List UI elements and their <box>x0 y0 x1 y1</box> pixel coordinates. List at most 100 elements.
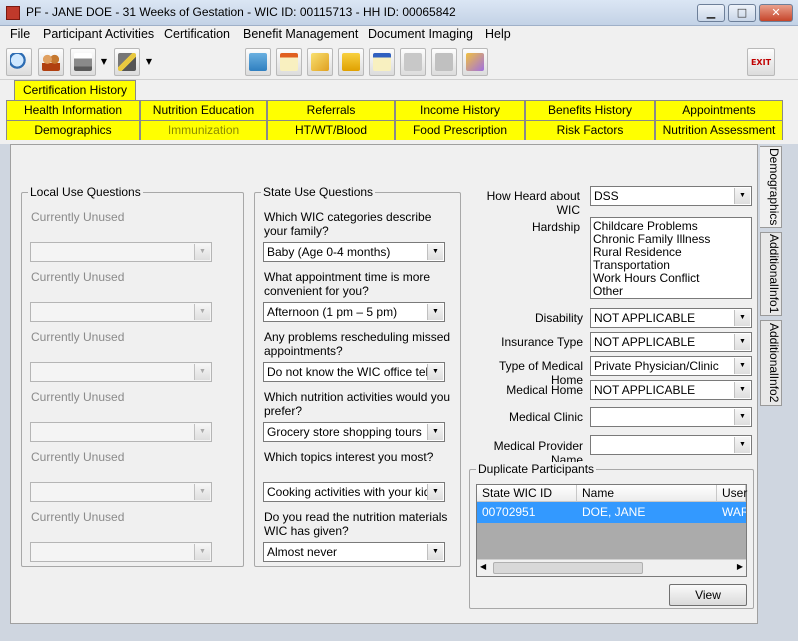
chevron-down-icon: ▼ <box>734 437 750 453</box>
horizontal-scrollbar[interactable]: ◀ ▶ <box>477 559 746 576</box>
local-answer-dropdown[interactable]: ▼ <box>30 242 212 262</box>
tools-dropdown[interactable]: ▼ <box>143 48 155 76</box>
tab-immunization[interactable]: Immunization <box>140 120 267 140</box>
toolbar: ▼ ▼ EXIT <box>0 44 798 80</box>
medical-home-type-dropdown[interactable]: Private Physician/Clinic ▼ <box>590 356 752 376</box>
duplicate-participants-group: Duplicate Participants State WIC ID Name… <box>469 462 754 609</box>
form-button[interactable] <box>369 48 395 76</box>
medical-provider-dropdown[interactable]: ▼ <box>590 435 752 455</box>
view-button[interactable]: View <box>669 584 747 606</box>
scroll-left-icon[interactable]: ◀ <box>480 562 486 571</box>
side-tab-additional-info-1[interactable]: AdditionalInfo1 <box>760 232 782 316</box>
tools-button[interactable] <box>114 48 140 76</box>
menu-file[interactable]: File <box>10 27 30 41</box>
local-answer-dropdown[interactable]: ▼ <box>30 362 212 382</box>
medical-home-label: Medical Home <box>506 383 583 397</box>
side-tab-demographics[interactable]: Demographics <box>760 146 782 228</box>
read-materials-dropdown[interactable]: Almost never ▼ <box>263 542 445 562</box>
local-answer-dropdown[interactable]: ▼ <box>30 482 212 502</box>
how-heard-dropdown[interactable]: DSS ▼ <box>590 186 752 206</box>
topics-dropdown[interactable]: Cooking activities with your kids ▼ <box>263 482 445 502</box>
menu-certification[interactable]: Certification <box>164 27 230 41</box>
chevron-down-icon: ▼ <box>194 244 210 260</box>
chevron-down-icon: ▼ <box>194 484 210 500</box>
family-icon <box>42 53 60 71</box>
chevron-down-icon: ▼ <box>194 424 210 440</box>
disability-dropdown[interactable]: NOT APPLICABLE ▼ <box>590 308 752 328</box>
table-cell[interactable]: DOE, JANE <box>577 502 717 523</box>
tab-referrals[interactable]: Referrals <box>267 100 395 120</box>
table-cell[interactable]: 00702951 <box>477 502 577 523</box>
scan-button[interactable] <box>245 48 271 76</box>
search-icon <box>10 53 28 71</box>
print-button[interactable] <box>70 48 96 76</box>
hardship-label: Hardship <box>531 220 580 234</box>
local-answer-dropdown[interactable]: ▼ <box>30 302 212 322</box>
warning-icon <box>311 53 329 71</box>
menu-document-imaging[interactable]: Document Imaging <box>368 27 473 41</box>
calendar-button[interactable] <box>276 48 302 76</box>
tab-risk-factors[interactable]: Risk Factors <box>525 120 655 140</box>
selected-value: Almost never <box>267 545 338 559</box>
note-button[interactable] <box>338 48 364 76</box>
tab-food-prescription[interactable]: Food Prescription <box>395 120 525 140</box>
menu-benefit-management[interactable]: Benefit Management <box>243 27 358 41</box>
menu-participant-activities[interactable]: Participant Activities <box>43 27 154 41</box>
minimize-button[interactable]: ▁ <box>697 4 725 22</box>
maximize-button[interactable]: □ <box>728 4 756 22</box>
state-question-label: Which topics interest you most? <box>264 450 434 464</box>
tab-income-history[interactable]: Income History <box>395 100 525 120</box>
tab-nutrition-assessment[interactable]: Nutrition Assessment <box>655 120 783 140</box>
transfer-button[interactable] <box>431 48 457 76</box>
insurance-type-dropdown[interactable]: NOT APPLICABLE ▼ <box>590 332 752 352</box>
appointment-time-dropdown[interactable]: Afternoon (1 pm – 5 pm) ▼ <box>263 302 445 322</box>
alert-button[interactable] <box>307 48 333 76</box>
tab-ht-wt-blood[interactable]: HT/WT/Blood <box>267 120 395 140</box>
tab-nutrition-education[interactable]: Nutrition Education <box>140 100 267 120</box>
family-button[interactable] <box>38 48 64 76</box>
tab-benefits-history[interactable]: Benefits History <box>525 100 655 120</box>
state-question-label: What appointment time is more convenient… <box>264 270 431 298</box>
medical-home-dropdown[interactable]: NOT APPLICABLE ▼ <box>590 380 752 400</box>
state-question-label: Any problems rescheduling missed appoint… <box>264 330 451 358</box>
close-button[interactable]: ✕ <box>759 4 793 22</box>
tab-health-information[interactable]: Health Information <box>6 100 140 120</box>
selected-value: NOT APPLICABLE <box>594 335 696 349</box>
side-tab-additional-info-2[interactable]: AdditionalInfo2 <box>760 320 782 406</box>
local-answer-dropdown[interactable]: ▼ <box>30 422 212 442</box>
folder-button[interactable] <box>462 48 488 76</box>
search-button[interactable] <box>6 48 32 76</box>
rescheduling-dropdown[interactable]: Do not know the WIC office teleph▼ <box>263 362 445 382</box>
scroll-right-icon[interactable]: ▶ <box>737 562 743 571</box>
column-header[interactable]: Name <box>577 485 717 502</box>
tab-demographics[interactable]: Demographics <box>6 120 140 140</box>
chat-button[interactable] <box>400 48 426 76</box>
state-question-label: Which WIC categories describe your famil… <box>264 210 432 238</box>
column-header[interactable]: State WIC ID <box>477 485 577 502</box>
wic-categories-dropdown[interactable]: Baby (Age 0-4 months) ▼ <box>263 242 445 262</box>
menu-help[interactable]: Help <box>485 27 511 41</box>
chevron-down-icon: ▼ <box>734 358 750 374</box>
list-item[interactable]: Other <box>593 285 749 298</box>
table-cell[interactable]: WAR <box>717 502 746 523</box>
nutrition-activities-dropdown[interactable]: Grocery store shopping tours ▼ <box>263 422 445 442</box>
state-question-label: Which nutrition activities would you pre… <box>264 390 451 418</box>
column-header[interactable]: User <box>717 485 747 502</box>
state-use-title: State Use Questions <box>261 185 376 199</box>
medical-clinic-dropdown[interactable]: ▼ <box>590 407 752 427</box>
selected-value: Baby (Age 0-4 months) <box>267 245 391 259</box>
exit-button[interactable]: EXIT <box>747 48 775 76</box>
local-answer-dropdown[interactable]: ▼ <box>30 542 212 562</box>
hardship-listbox[interactable]: Childcare Problems Chronic Family Illnes… <box>590 217 752 299</box>
tab-appointments[interactable]: Appointments <box>655 100 783 120</box>
form-icon <box>373 53 391 71</box>
duplicate-participants-table[interactable]: State WIC ID Name User 00702951 DOE, JAN… <box>476 484 747 577</box>
tab-certification-history[interactable]: Certification History <box>14 80 136 100</box>
print-dropdown[interactable]: ▼ <box>98 48 110 76</box>
chevron-down-icon: ▼ <box>194 304 210 320</box>
scroll-thumb[interactable] <box>493 562 643 574</box>
selected-value: Do not know the WIC office teleph <box>267 365 427 379</box>
selected-value: Afternoon (1 pm – 5 pm) <box>267 305 398 319</box>
demographics-panel: Local Use Questions Currently Unused ▼ C… <box>10 144 758 624</box>
selected-value: DSS <box>594 189 619 203</box>
